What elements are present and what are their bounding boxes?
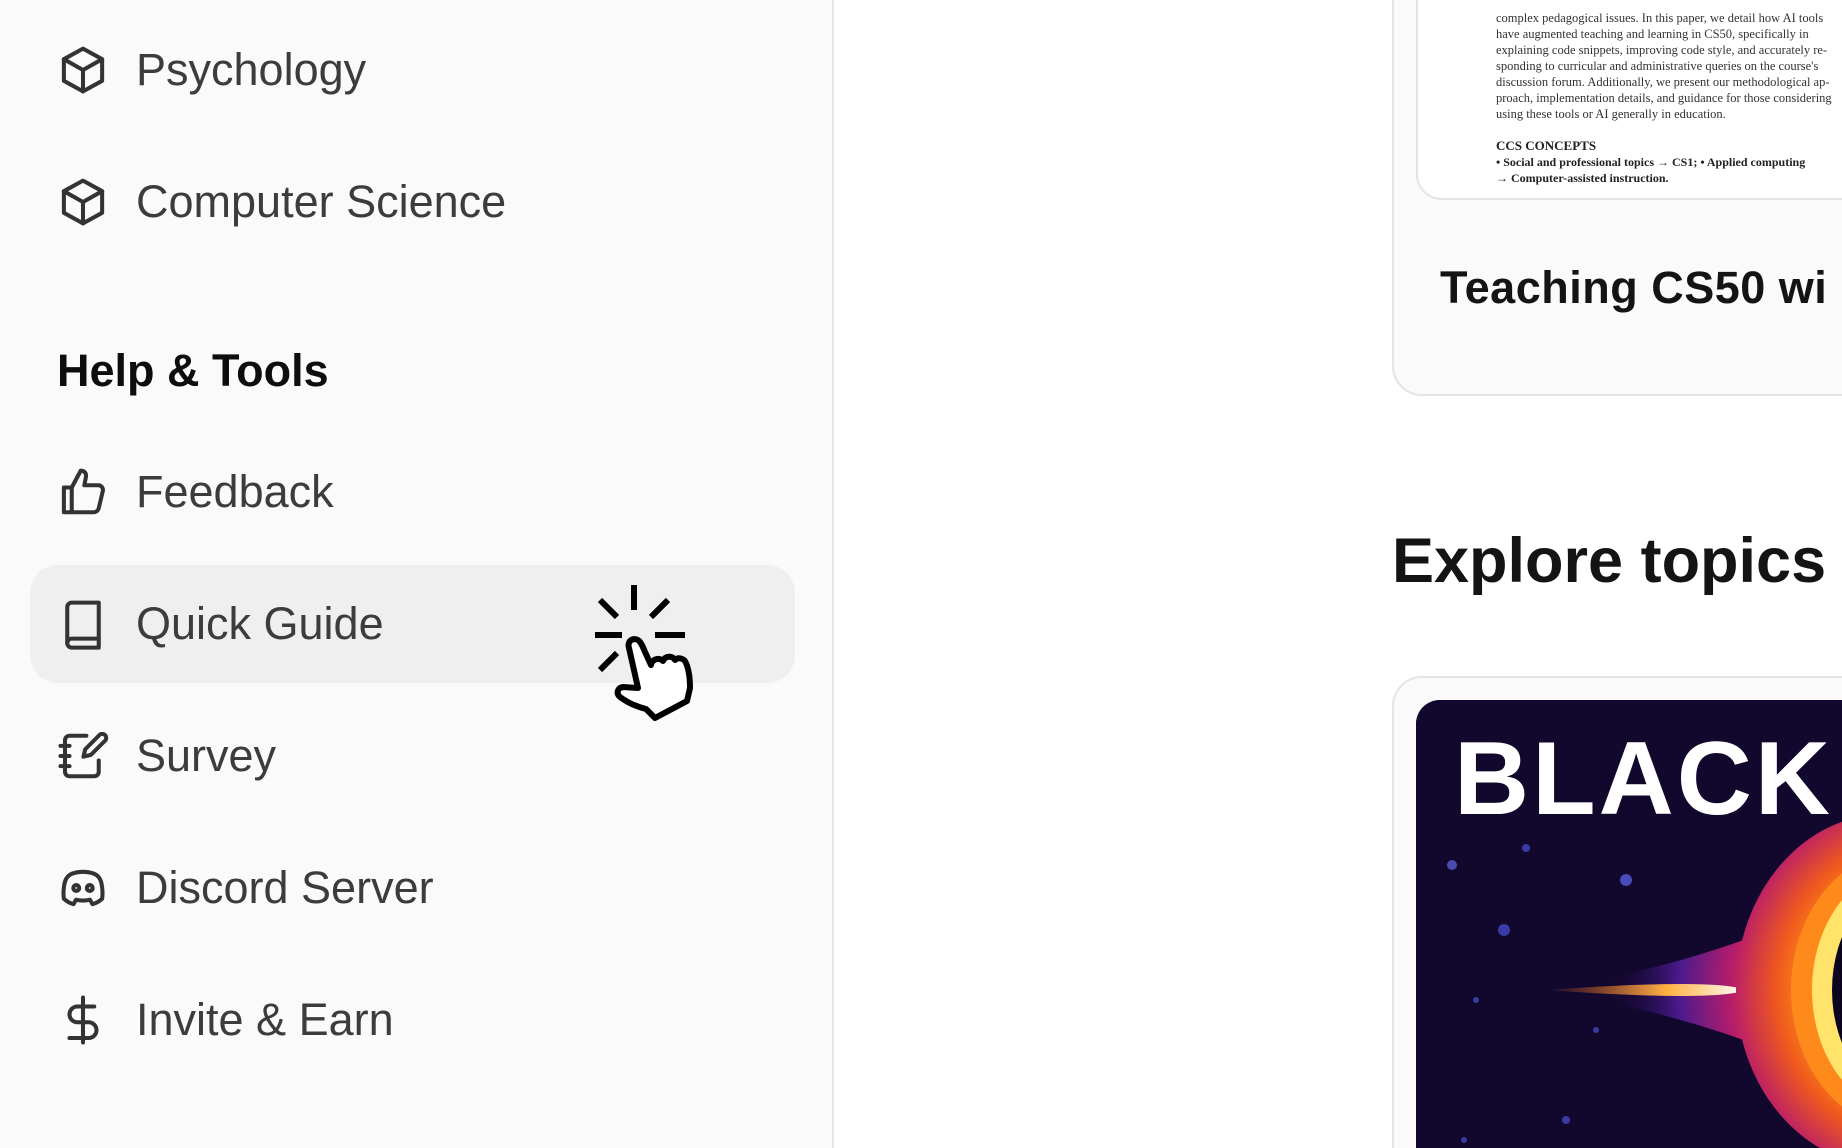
section-title-help-tools: Help & Tools [57, 345, 329, 396]
abstract-line: explaining code snippets, improving code… [1496, 43, 1828, 57]
thumbs-up-icon [56, 465, 110, 519]
sidebar-item-label: Quick Guide [136, 598, 384, 649]
dollar-icon [56, 993, 110, 1047]
sidebar: Psychology Computer Science Help & Tools… [0, 0, 834, 1148]
main-content: complex pedagogical issues. In this pape… [836, 0, 1842, 1148]
cube-icon [56, 43, 110, 97]
sidebar-item-label: Discord Server [136, 862, 434, 913]
sidebar-item-computer-science[interactable]: Computer Science [30, 143, 795, 261]
sidebar-item-label: Psychology [136, 44, 367, 95]
sidebar-item-label: Feedback [136, 466, 334, 517]
sidebar-item-discord-server[interactable]: Discord Server [30, 829, 795, 947]
ccs-line: → Computer-assisted instruction. [1496, 171, 1669, 185]
cube-icon [56, 175, 110, 229]
sidebar-item-survey[interactable]: Survey [30, 697, 795, 815]
paper-title: Teaching CS50 wi [1440, 262, 1828, 313]
sidebar-item-feedback[interactable]: Feedback [30, 433, 795, 551]
app-root: Psychology Computer Science Help & Tools… [0, 0, 1842, 1148]
abstract-line: have augmented teaching and learning in … [1496, 27, 1809, 41]
sidebar-item-label: Invite & Earn [136, 994, 394, 1045]
topic-image-title: BLACK [1454, 721, 1833, 837]
topic-card[interactable]: BLACK [1392, 676, 1842, 1148]
abstract-line: complex pedagogical issues. In this pape… [1496, 11, 1824, 25]
sidebar-item-quick-guide[interactable]: Quick Guide [30, 565, 795, 683]
topic-image-black-hole: BLACK [1416, 700, 1842, 1148]
sidebar-item-invite-earn[interactable]: Invite & Earn [30, 961, 795, 1079]
notebook-pen-icon [56, 729, 110, 783]
ccs-heading: CCS CONCEPTS [1496, 138, 1597, 153]
abstract-line: sponding to curricular and administrativ… [1496, 59, 1819, 73]
discord-icon [56, 861, 110, 915]
sidebar-item-label: Survey [136, 730, 277, 781]
abstract-line: using these tools or AI generally in edu… [1496, 107, 1726, 121]
explore-topics-heading: Explore topics [1392, 526, 1827, 596]
paper-card[interactable]: complex pedagogical issues. In this pape… [1392, 0, 1842, 396]
abstract-line: discussion forum. Additionally, we prese… [1496, 75, 1830, 89]
book-icon [56, 597, 110, 651]
paper-thumbnail: complex pedagogical issues. In this pape… [1416, 0, 1842, 200]
sidebar-item-label: Computer Science [136, 176, 507, 227]
ccs-line: • Social and professional topics → CS1; … [1496, 155, 1806, 169]
sidebar-item-psychology[interactable]: Psychology [30, 11, 795, 129]
abstract-line: proach, implementation details, and guid… [1496, 91, 1832, 105]
